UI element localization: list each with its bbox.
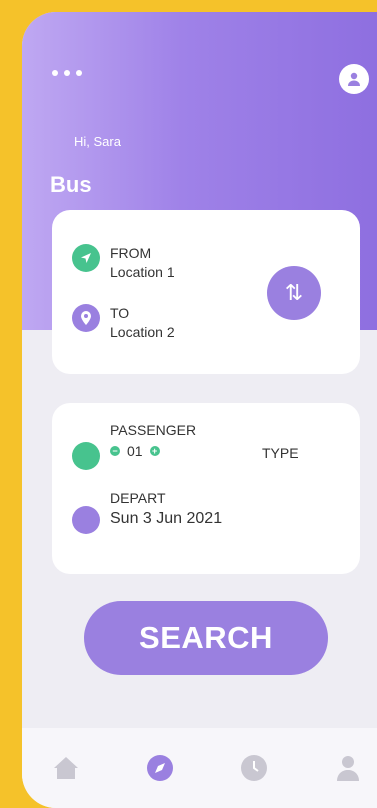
passenger-stepper: − 01 +: [110, 443, 196, 459]
compass-icon[interactable]: [146, 754, 174, 782]
passenger-icon: [72, 442, 100, 470]
home-icon[interactable]: [52, 754, 80, 782]
location-pin-icon: [72, 304, 100, 332]
profile-avatar-icon[interactable]: [339, 64, 369, 94]
passenger-row: PASSENGER − 01 +: [72, 421, 196, 470]
from-value[interactable]: Location 1: [110, 263, 175, 282]
swap-locations-button[interactable]: ⇅: [267, 266, 321, 320]
phone-screen: Hi, Sara Bus FROM Location 1 TO Location…: [22, 12, 377, 808]
passenger-label: PASSENGER: [110, 422, 197, 438]
to-value[interactable]: Location 2: [110, 323, 175, 342]
profile-icon[interactable]: [334, 754, 362, 782]
to-row[interactable]: TO Location 2: [72, 304, 175, 342]
decrement-button[interactable]: −: [110, 446, 120, 456]
increment-button[interactable]: +: [149, 446, 160, 456]
calendar-icon: [72, 506, 100, 534]
depart-label: DEPART: [110, 490, 166, 506]
clock-icon[interactable]: [240, 754, 268, 782]
trip-details-card: PASSENGER − 01 + TYPE DEPART Sun 3 Jun 2…: [52, 403, 360, 574]
from-row[interactable]: FROM Location 1: [72, 244, 175, 282]
navigation-arrow-icon: [72, 244, 100, 272]
user-icon: [348, 72, 360, 86]
depart-date[interactable]: Sun 3 Jun 2021: [110, 508, 222, 530]
page-title: Bus: [50, 172, 92, 197]
bottom-nav: [22, 728, 377, 808]
greeting-text: Hi, Sara: [74, 134, 121, 149]
from-label: FROM: [110, 245, 152, 261]
type-selector[interactable]: TYPE: [262, 445, 299, 461]
to-label: TO: [110, 305, 130, 321]
more-menu-icon[interactable]: [52, 70, 82, 76]
depart-row[interactable]: DEPART Sun 3 Jun 2021: [72, 489, 222, 534]
route-card: FROM Location 1 TO Location 2 ⇅: [52, 210, 360, 374]
passenger-count: 01: [127, 443, 143, 459]
swap-arrows-icon: ⇅: [284, 280, 304, 305]
search-button[interactable]: SEARCH: [84, 601, 328, 675]
